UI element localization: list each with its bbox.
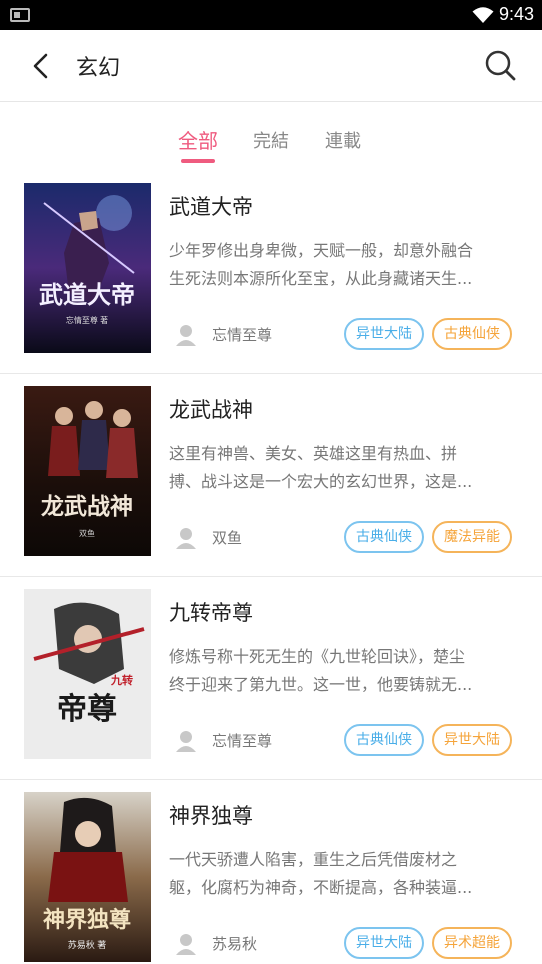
chevron-left-icon[interactable] — [28, 52, 54, 80]
status-bar: 9:43 — [0, 0, 542, 30]
book-description-line: 生死法则本源所化至宝，从此身藏诸天生... — [169, 269, 473, 288]
user-icon — [176, 528, 196, 549]
book-list: 武道大帝 忘情至尊 著 武道大帝 少年罗修出身卑微，天赋一般，却意外融合 生死法… — [0, 171, 542, 964]
cover-subtitle-text: 苏易秋 著 — [68, 939, 107, 950]
filter-tabs: 全部 完結 連載 — [0, 103, 542, 171]
cover-title-text: 武道大帝 — [39, 280, 135, 309]
author-name: 苏易秋 — [212, 935, 258, 953]
book-cover: 龙武战神 双鱼 — [24, 386, 151, 556]
header-bar: 玄幻 — [0, 30, 542, 102]
genre-tag[interactable]: 古典仙侠 — [344, 521, 424, 553]
book-description-line: 修炼号称十死无生的《九世轮回诀》，楚尘 — [169, 647, 466, 666]
cover-subtitle-text: 忘情至尊 著 — [66, 315, 108, 325]
book-description-line: 躯，化腐朽为神奇，不断提高，各种装逼... — [169, 878, 473, 897]
book-description: 这里有神兽、美女、英雄这里有热血、拼 搏、战斗这是一个宏大的玄幻世界，这是... — [169, 440, 521, 496]
book-title: 武道大帝 — [169, 195, 253, 219]
book-description-line: 搏、战斗这是一个宏大的玄幻世界，这是... — [169, 472, 473, 491]
tab-completed[interactable]: 完結 — [253, 127, 289, 153]
author-name: 忘情至尊 — [212, 732, 273, 750]
search-icon[interactable] — [484, 49, 516, 81]
book-description-line: 这里有神兽、美女、英雄这里有热血、拼 — [169, 444, 458, 463]
user-icon — [176, 731, 196, 752]
book-cover: 神界独尊 苏易秋 著 — [24, 792, 151, 962]
book-description: 一代天骄遭人陷害，重生之后凭借废材之 躯，化腐朽为神奇，不断提高，各种装逼... — [169, 846, 521, 902]
book-item[interactable]: 武道大帝 忘情至尊 著 武道大帝 少年罗修出身卑微，天赋一般，却意外融合 生死法… — [0, 171, 542, 374]
genre-tag[interactable]: 异世大陆 — [344, 927, 424, 959]
genre-tag[interactable]: 异世大陆 — [432, 724, 512, 756]
genre-tag[interactable]: 古典仙侠 — [344, 724, 424, 756]
tab-all[interactable]: 全部 — [178, 125, 218, 154]
genre-tag[interactable]: 异术超能 — [432, 927, 512, 959]
book-item[interactable]: 神界独尊 苏易秋 著 神界独尊 一代天骄遭人陷害，重生之后凭借废材之 躯，化腐朽… — [0, 780, 542, 964]
book-title: 九转帝尊 — [169, 601, 253, 625]
cover-title-text: 帝尊 — [57, 692, 117, 727]
book-item[interactable]: 龙武战神 双鱼 龙武战神 这里有神兽、美女、英雄这里有热血、拼 搏、战斗这是一个… — [0, 374, 542, 577]
tab-serializing[interactable]: 連載 — [325, 127, 361, 153]
book-description-line: 少年罗修出身卑微，天赋一般，却意外融合 — [169, 241, 474, 260]
cover-subtitle-text: 九转 — [110, 673, 133, 687]
book-item[interactable]: 九转 帝尊 九转帝尊 修炼号称十死无生的《九世轮回诀》，楚尘 终于迎来了第九世。… — [0, 577, 542, 780]
book-description-line: 一代天骄遭人陷害，重生之后凭借废材之 — [169, 850, 458, 869]
author-name: 忘情至尊 — [212, 326, 273, 344]
book-description: 修炼号称十死无生的《九世轮回诀》，楚尘 终于迎来了第九世。这一世，他要铸就无..… — [169, 643, 521, 699]
cover-title-text: 神界独尊 — [43, 907, 131, 933]
cover-title-text: 龙武战神 — [41, 493, 133, 520]
active-tab-indicator — [181, 159, 215, 163]
book-title: 龙武战神 — [169, 398, 253, 422]
book-title: 神界独尊 — [169, 804, 253, 828]
user-icon — [176, 934, 196, 955]
cover-subtitle-text: 双鱼 — [79, 528, 95, 538]
notification-icon — [10, 8, 30, 22]
book-cover: 九转 帝尊 — [24, 589, 151, 759]
genre-tag[interactable]: 异世大陆 — [344, 318, 424, 350]
status-time: 9:43 — [498, 4, 534, 24]
book-description: 少年罗修出身卑微，天赋一般，却意外融合 生死法则本源所化至宝，从此身藏诸天生..… — [169, 237, 521, 293]
genre-tag[interactable]: 古典仙侠 — [432, 318, 512, 350]
book-description-line: 终于迎来了第九世。这一世，他要铸就无... — [169, 675, 473, 694]
page-title: 玄幻 — [76, 56, 121, 81]
book-cover: 武道大帝 忘情至尊 著 — [24, 183, 151, 353]
author-name: 双鱼 — [212, 529, 243, 547]
user-icon — [176, 325, 196, 346]
wifi-icon — [472, 7, 494, 23]
genre-tag[interactable]: 魔法异能 — [432, 521, 512, 553]
